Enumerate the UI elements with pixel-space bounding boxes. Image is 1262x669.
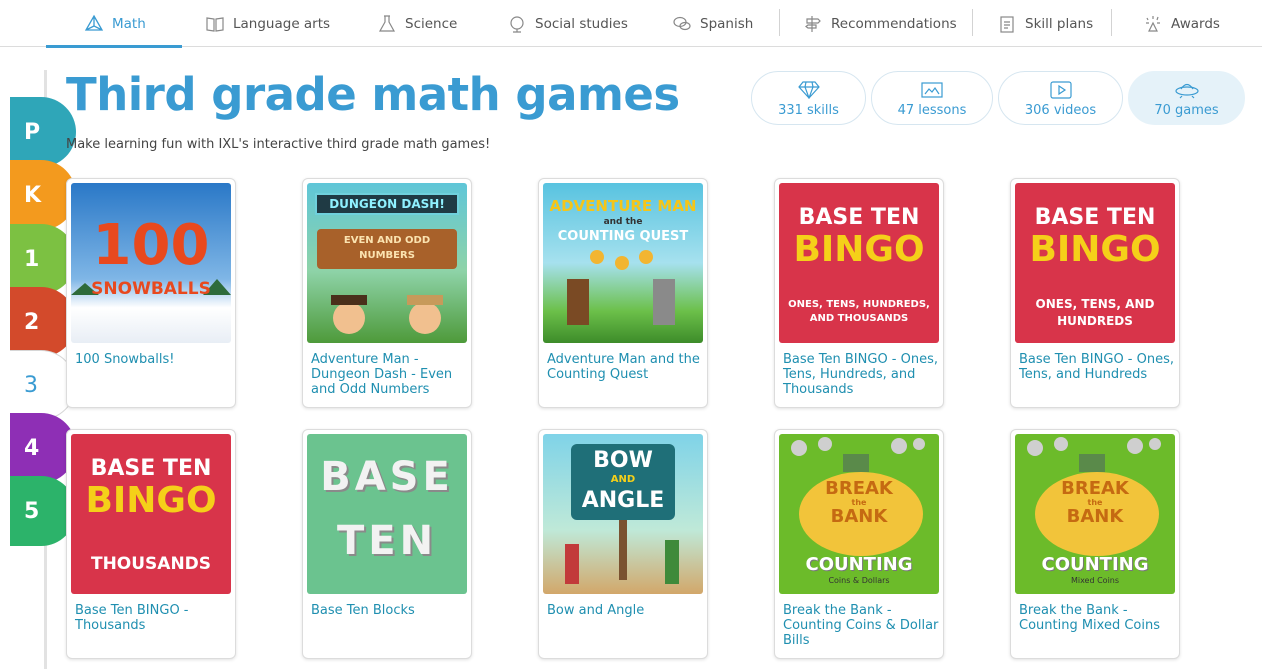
tab-skill-plans[interactable]: Skill plans: [997, 0, 1093, 47]
tab-math[interactable]: Math: [46, 0, 182, 48]
tab-label: Social studies: [535, 15, 628, 32]
lessons-pill[interactable]: 47 lessons: [871, 71, 993, 125]
game-thumbnail: BOW AND ANGLE: [543, 434, 703, 594]
tab-label: Awards: [1171, 15, 1220, 32]
pill-label: 331 skills: [778, 102, 839, 118]
pill-label: 70 games: [1154, 102, 1219, 118]
sparkle-trophy-icon: [1143, 14, 1163, 34]
game-name: Base Ten BINGO - Thousands: [75, 603, 189, 633]
tab-label: Recommendations: [831, 15, 957, 32]
tab-spanish[interactable]: Spanish: [672, 0, 753, 47]
triangle-prism-icon: [84, 14, 104, 34]
game-name: 100 Snowballs!: [75, 352, 175, 367]
game-card-bingo-thousands[interactable]: BASE TEN BINGO THOUSANDS Base Ten BINGO …: [66, 429, 236, 659]
page-subtitle: Make learning fun with IXL's interactive…: [66, 137, 491, 152]
game-card-bow-and-angle[interactable]: BOW AND ANGLE Bow and Angle: [538, 429, 708, 659]
game-card-counting-quest[interactable]: ADVENTURE MAN and the COUNTING QUEST Adv…: [538, 178, 708, 408]
game-card-break-bank-mixed-coins[interactable]: BREAK the BANK COUNTING Mixed Coins Brea…: [1010, 429, 1180, 659]
pill-label: 47 lessons: [897, 102, 967, 118]
tab-label: Skill plans: [1025, 15, 1094, 32]
clipboard-icon: [997, 14, 1017, 34]
pill-label: 306 videos: [1024, 102, 1097, 118]
nav-divider: [1111, 9, 1112, 36]
videos-pill[interactable]: 306 videos: [998, 71, 1123, 125]
game-name: Base Ten BINGO - Ones, Tens, Hundreds, a…: [783, 352, 939, 397]
lesson-slides-icon: [920, 79, 944, 101]
games-pill[interactable]: 70 games: [1128, 71, 1245, 125]
globe-icon: [507, 14, 527, 34]
game-name: Bow and Angle: [547, 603, 645, 618]
game-thumbnail: DUNGEON DASH! EVEN AND ODD NUMBERS: [307, 183, 467, 343]
game-thumbnail: BREAK the BANK COUNTING Coins & Dollars: [779, 434, 939, 594]
game-thumbnail: BREAK the BANK COUNTING Mixed Coins: [1015, 434, 1175, 594]
tab-awards[interactable]: Awards: [1143, 0, 1220, 47]
flask-icon: [377, 14, 397, 34]
game-name: Adventure Man and the Counting Quest: [547, 352, 700, 382]
signpost-icon: [803, 14, 823, 34]
game-card-dungeon-dash[interactable]: DUNGEON DASH! EVEN AND ODD NUMBERS Adven…: [302, 178, 472, 408]
tab-language-arts[interactable]: Language arts: [205, 0, 330, 47]
game-name: Base Ten Blocks: [311, 603, 415, 618]
tab-label: Science: [405, 15, 458, 32]
tab-label: Language arts: [233, 15, 331, 32]
game-card-bingo-hundreds[interactable]: BASE TEN BINGO ONES, TENS, AND HUNDREDS …: [1010, 178, 1180, 408]
subject-nav: Math Language arts Science Social studie…: [0, 0, 1262, 48]
game-card-bingo-thousands-full[interactable]: BASE TEN BINGO ONES, TENS, HUNDREDS, AND…: [774, 178, 944, 408]
page-title: Third grade math games: [66, 68, 680, 121]
game-name: Break the Bank - Counting Mixed Coins: [1019, 603, 1161, 633]
tab-recommendations[interactable]: Recommendations: [803, 0, 957, 47]
nav-divider: [972, 9, 973, 36]
book-icon: [205, 14, 225, 34]
game-name: Adventure Man - Dungeon Dash - Even and …: [311, 352, 453, 397]
video-icon: [1049, 79, 1073, 101]
game-card-break-bank-dollars[interactable]: BREAK the BANK COUNTING Coins & Dollars …: [774, 429, 944, 659]
game-card-base-ten-blocks[interactable]: BASE TEN Base Ten Blocks: [302, 429, 472, 659]
game-thumbnail: 100 SNOWBALLS: [71, 183, 231, 343]
game-name: Break the Bank - Counting Coins & Dollar…: [783, 603, 939, 648]
game-thumbnail: BASE TEN BINGO ONES, TENS, AND HUNDREDS: [1015, 183, 1175, 343]
game-thumbnail: BASE TEN: [307, 434, 467, 594]
game-thumbnail: BASE TEN BINGO ONES, TENS, HUNDREDS, AND…: [779, 183, 939, 343]
ufo-icon: [1174, 79, 1200, 101]
speech-bubbles-icon: [672, 14, 692, 34]
game-thumbnail: BASE TEN BINGO THOUSANDS: [71, 434, 231, 594]
diamond-icon: [797, 79, 820, 101]
tab-label: Spanish: [700, 15, 754, 32]
skills-pill[interactable]: 331 skills: [751, 71, 866, 125]
tab-social-studies[interactable]: Social studies: [507, 0, 628, 47]
game-name: Base Ten BINGO - Ones, Tens, and Hundred…: [1019, 352, 1175, 382]
nav-divider: [779, 9, 780, 36]
tab-label: Math: [112, 15, 146, 32]
game-card-100-snowballs[interactable]: 100 SNOWBALLS 100 Snowballs!: [66, 178, 236, 408]
tab-science[interactable]: Science: [377, 0, 457, 47]
game-thumbnail: ADVENTURE MAN and the COUNTING QUEST: [543, 183, 703, 343]
